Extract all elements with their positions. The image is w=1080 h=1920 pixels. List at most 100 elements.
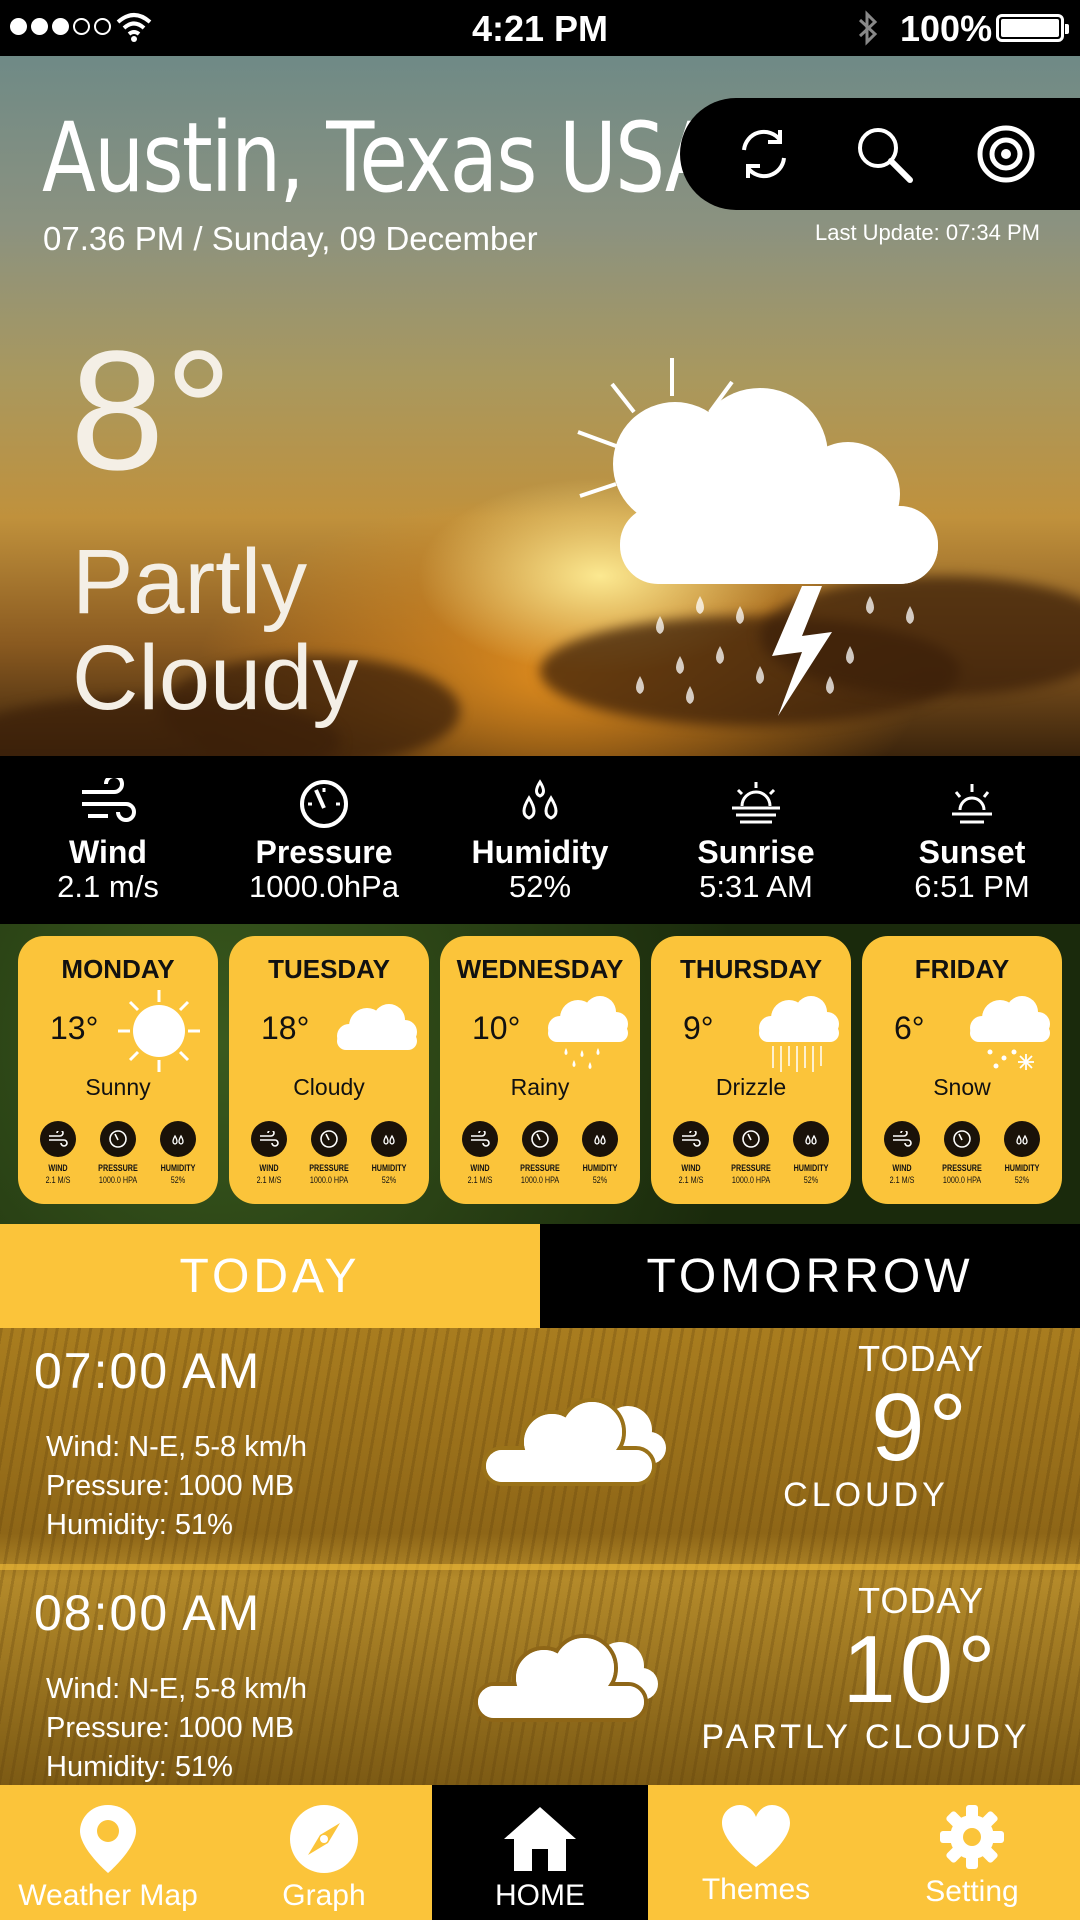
forecast-mini-stats: WIND 2.1 M/S PRESSURE 1000.0 HPA HUMIDIT…	[661, 1121, 841, 1185]
mini-value: 52%	[1014, 1175, 1030, 1185]
cloud-icon	[337, 1004, 417, 1050]
hour-humidity: Humidity: 51%	[46, 1751, 233, 1783]
mini-label: PRESSURE	[98, 1163, 138, 1173]
gauge-icon	[742, 1130, 760, 1148]
mini-pressure: PRESSURE 1000.0 HPA	[512, 1121, 568, 1185]
mini-wind: WIND 2.1 M/S	[241, 1121, 297, 1185]
location-target-icon[interactable]	[974, 122, 1038, 186]
mini-humidity: HUMIDITY 52%	[572, 1121, 628, 1185]
forecast-day: TUESDAY	[268, 954, 390, 984]
map-pin-icon	[80, 1805, 136, 1873]
current-temperature: 8°	[70, 316, 233, 506]
forecast-condition: Sunny	[85, 1074, 151, 1100]
forecast-card-wednesday[interactable]: WEDNESDAY 10° Rainy WIND 2.1 M/S PRESSUR…	[440, 936, 640, 1204]
stat-label: Pressure	[255, 834, 393, 870]
hour-condition: CLOUDY	[783, 1476, 949, 1514]
nav-setting[interactable]: Setting	[864, 1785, 1080, 1920]
hour-pressure: Pressure: 1000 MB	[46, 1470, 295, 1502]
mini-wind: WIND 2.1 M/S	[874, 1121, 930, 1185]
mini-label: PRESSURE	[309, 1163, 349, 1173]
battery-icon	[996, 14, 1069, 42]
forecast-day: FRIDAY	[914, 954, 1010, 984]
forecast-day: MONDAY	[61, 954, 175, 984]
partly-cloudy-icon	[474, 1634, 658, 1722]
forecast-condition: Rainy	[510, 1074, 570, 1100]
mini-value: 2.1 M/S	[45, 1175, 71, 1185]
droplets-icon	[1016, 1134, 1028, 1145]
forecast-card-friday[interactable]: FRIDAY 6° Snow WIND 2.1 M/S PRESSURE 100…	[862, 936, 1062, 1204]
wind-icon	[82, 778, 136, 822]
status-bar: 4:21 PM 100%	[0, 0, 1080, 56]
mini-label: HUMIDITY	[160, 1163, 196, 1173]
stat-humidity: Humidity 52%	[432, 756, 648, 924]
mini-value: 52%	[803, 1175, 819, 1185]
forecast-temp: 6°	[894, 1010, 925, 1046]
cloud-icon	[482, 1398, 666, 1486]
day-tabs: TODAY TOMORROW	[0, 1224, 1080, 1328]
mini-label: PRESSURE	[731, 1163, 771, 1173]
nav-label: HOME	[495, 1879, 585, 1912]
forecast-card-monday[interactable]: MONDAY 13° Sunny WIND 2.1 M/S PRESSURE 1…	[18, 936, 218, 1204]
current-condition: Partly Cloudy	[72, 534, 358, 726]
bluetooth-icon	[858, 10, 878, 46]
mini-wind: WIND 2.1 M/S	[30, 1121, 86, 1185]
mini-label: HUMIDITY	[582, 1163, 618, 1173]
mini-label: WIND	[48, 1163, 68, 1173]
mini-value: 2.1 M/S	[467, 1175, 493, 1185]
mini-pressure: PRESSURE 1000.0 HPA	[934, 1121, 990, 1185]
wind-icon	[471, 1131, 490, 1147]
stat-label: Wind	[69, 834, 147, 870]
tab-today[interactable]: TODAY	[0, 1224, 540, 1328]
forecast-condition: Drizzle	[715, 1074, 787, 1100]
mini-pressure: PRESSURE 1000.0 HPA	[723, 1121, 779, 1185]
forecast-mini-stats: WIND 2.1 M/S PRESSURE 1000.0 HPA HUMIDIT…	[239, 1121, 419, 1185]
forecast-card-thursday[interactable]: THURSDAY 9° Drizzle WIND 2.1 M/S PRESSUR…	[651, 936, 851, 1204]
gauge-icon	[320, 1130, 338, 1148]
tab-tomorrow[interactable]: TOMORROW	[540, 1224, 1080, 1328]
mini-value: 1000.0 HPA	[98, 1175, 138, 1185]
mini-wind: WIND 2.1 M/S	[452, 1121, 508, 1185]
stat-pressure: Pressure 1000.0hPa	[216, 756, 432, 924]
mini-label: HUMIDITY	[793, 1163, 829, 1173]
wind-icon	[893, 1131, 912, 1147]
nav-graph[interactable]: Graph	[216, 1785, 432, 1920]
forecast-condition: Snow	[933, 1074, 991, 1100]
hour-condition: PARTLY CLOUDY	[701, 1718, 1031, 1756]
home-icon	[504, 1807, 576, 1871]
mini-label: WIND	[892, 1163, 912, 1173]
refresh-icon[interactable]	[732, 122, 796, 186]
compass-icon	[290, 1805, 358, 1873]
stat-value: 2.1 m/s	[57, 869, 159, 904]
nav-home[interactable]: HOME	[432, 1785, 648, 1920]
stat-sunrise: Sunrise 5:31 AM	[648, 756, 864, 924]
nav-weather-map[interactable]: Weather Map	[0, 1785, 216, 1920]
mini-value: 52%	[170, 1175, 186, 1185]
nav-themes[interactable]: Themes	[648, 1785, 864, 1920]
stat-value: 52%	[508, 869, 572, 904]
bottom-nav: Weather Map Graph HOME Themes Setting	[0, 1785, 1080, 1920]
hour-summary: TODAY 9° CLOUDY	[666, 1338, 1066, 1515]
wind-icon	[49, 1131, 68, 1147]
rain-cloud-icon	[548, 996, 628, 1069]
gauge-icon	[300, 780, 348, 828]
forecast-card-tuesday[interactable]: TUESDAY 18° Cloudy WIND 2.1 M/S PRESSURE…	[229, 936, 429, 1204]
hour-temp: 9°	[871, 1374, 971, 1481]
stat-value: 5:31 AM	[699, 869, 813, 904]
search-icon[interactable]	[852, 122, 916, 186]
forecast-condition: Cloudy	[293, 1074, 365, 1100]
mini-value: 2.1 M/S	[889, 1175, 915, 1185]
mini-value: 1000.0 HPA	[731, 1175, 771, 1185]
gauge-icon	[109, 1130, 127, 1148]
hour-details: Wind: N-E, 5-8 km/h Pressure: 1000 MB Hu…	[46, 1670, 307, 1787]
droplets-icon	[805, 1134, 817, 1145]
hourly-row[interactable]: 07:00 AM Wind: N-E, 5-8 km/h Pressure: 1…	[0, 1328, 1080, 1564]
thunderstorm-icon	[577, 358, 938, 716]
hour-time: 08:00 AM	[34, 1585, 262, 1641]
mini-value: 1000.0 HPA	[309, 1175, 349, 1185]
hourly-row[interactable]: 08:00 AM Wind: N-E, 5-8 km/h Pressure: 1…	[0, 1564, 1080, 1800]
condition-line-2: Cloudy	[72, 627, 359, 729]
gauge-icon	[531, 1130, 549, 1148]
mini-pressure: PRESSURE 1000.0 HPA	[301, 1121, 357, 1185]
mini-value: 2.1 M/S	[678, 1175, 704, 1185]
mini-value: 52%	[592, 1175, 608, 1185]
